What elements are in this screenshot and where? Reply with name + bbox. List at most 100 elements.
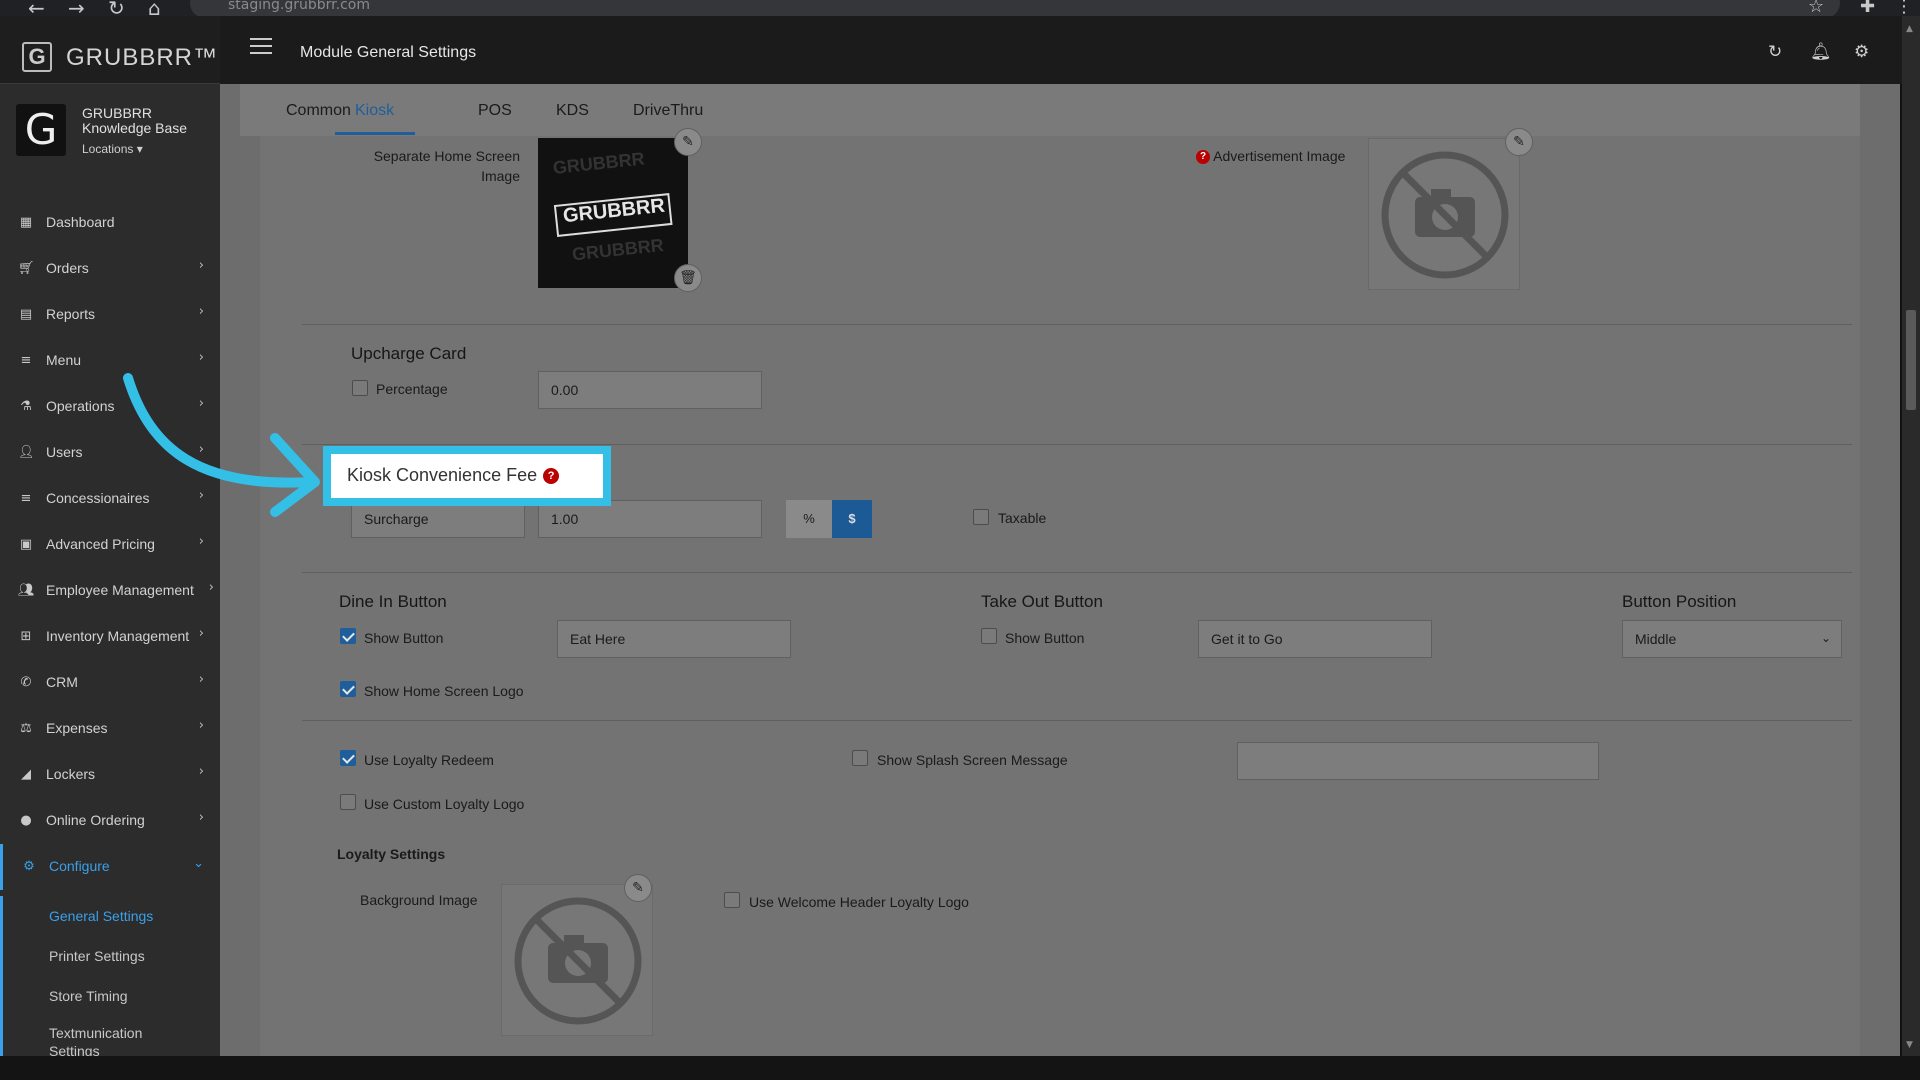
sidebar-item-lockers[interactable]: ◢ Lockers › bbox=[0, 752, 220, 798]
sidebar: G GRUBBRR™ G GRUBBRR Knowledge Base Loca… bbox=[0, 16, 220, 1059]
take-out-button-text-input[interactable]: Get it to Go bbox=[1198, 620, 1432, 658]
dollar-toggle-button[interactable]: $ bbox=[832, 500, 872, 538]
brand-name[interactable]: GRUBBRR™ bbox=[66, 44, 218, 72]
sidebar-item-dashboard[interactable]: ▦ Dashboard bbox=[0, 200, 220, 246]
tab-bar: Common Kiosk POS KDS DriveThru bbox=[240, 84, 1860, 136]
use-custom-loyalty-logo-checkbox[interactable] bbox=[340, 794, 356, 810]
dine-in-button-text-input[interactable]: Eat Here bbox=[557, 620, 791, 658]
extensions-icon[interactable]: ✚ bbox=[1860, 0, 1875, 17]
dine-in-show-button-checkbox[interactable] bbox=[340, 628, 356, 644]
sidebar-item-orders[interactable]: 🛒︎ Orders › bbox=[0, 246, 220, 292]
main-content: Common Kiosk POS KDS DriveThru Separate … bbox=[220, 84, 1900, 1056]
sidebar-item-label: Lockers bbox=[46, 766, 96, 782]
tab-common[interactable]: Common bbox=[286, 102, 351, 120]
sidebar-item-label: Online Ordering bbox=[46, 812, 145, 828]
sidebar-item-inventory-management[interactable]: ⊞ Inventory Management › bbox=[0, 614, 220, 660]
sitemap-icon: ⊞ bbox=[20, 629, 32, 644]
scroll-thumb[interactable] bbox=[1906, 310, 1916, 410]
background-image-placeholder[interactable] bbox=[501, 884, 653, 1036]
avatar: G bbox=[16, 104, 66, 156]
button-position-select[interactable]: Middle ⌄ bbox=[1622, 620, 1842, 658]
taxable-label: Taxable bbox=[998, 510, 1047, 526]
sidebar-item-label: Menu bbox=[46, 352, 82, 368]
show-splash-screen-checkbox[interactable] bbox=[852, 750, 868, 766]
background-image-label: Background Image bbox=[360, 892, 478, 908]
sidebar-item-label: Dashboard bbox=[46, 214, 115, 230]
sidebar-item-expenses[interactable]: ⚖ Expenses › bbox=[0, 706, 220, 752]
highlight-arrow bbox=[123, 373, 320, 517]
submenu-store-timing[interactable]: Store Timing bbox=[3, 976, 220, 1016]
edit-pencil-icon[interactable]: ✎ bbox=[674, 128, 702, 156]
sidebar-item-label: Reports bbox=[46, 306, 96, 322]
delete-trash-icon[interactable]: 🗑︎ bbox=[674, 264, 702, 292]
profile-name: GRUBBRR Knowledge Base bbox=[82, 105, 188, 136]
kiosk-settings-panel: Separate Home Screen Image GRUBBRR GRUBB… bbox=[260, 128, 1860, 1056]
edit-pencil-icon[interactable]: ✎ bbox=[624, 874, 652, 902]
use-loyalty-redeem-checkbox[interactable] bbox=[340, 750, 356, 766]
brand-logo-icon[interactable]: G bbox=[22, 42, 52, 72]
chevron-right-icon: › bbox=[198, 534, 204, 549]
chevron-right-icon: › bbox=[198, 718, 204, 733]
sidebar-item-reports[interactable]: ▤ Reports › bbox=[0, 292, 220, 338]
bell-icon[interactable]: 🔔︎ bbox=[1810, 42, 1832, 62]
chevron-right-icon: › bbox=[198, 810, 204, 825]
tab-kiosk[interactable]: Kiosk bbox=[355, 102, 394, 120]
url-text[interactable]: staging.grubbrr.com bbox=[228, 0, 370, 13]
show-home-screen-logo-checkbox[interactable] bbox=[340, 681, 356, 697]
taxable-checkbox[interactable] bbox=[973, 509, 989, 525]
sidebar-item-online-ordering[interactable]: ● Online Ordering › bbox=[0, 798, 220, 844]
gear-icon: ⚙ bbox=[23, 859, 35, 874]
edit-pencil-icon[interactable]: ✎ bbox=[1505, 128, 1533, 156]
percentage-checkbox[interactable] bbox=[352, 380, 368, 396]
tab-drivethru[interactable]: DriveThru bbox=[633, 102, 703, 120]
users-icon: 👥︎ bbox=[18, 583, 35, 598]
submenu-textmunication-settings[interactable]: Textmunication Settings bbox=[3, 1016, 173, 1059]
use-welcome-header-logo-checkbox[interactable] bbox=[724, 892, 740, 908]
tab-kds[interactable]: KDS bbox=[556, 102, 589, 120]
scroll-up-icon[interactable]: ▲ bbox=[1906, 24, 1913, 34]
refresh-icon[interactable]: ↻ bbox=[1768, 42, 1782, 62]
sidebar-item-employee-management[interactable]: 👥︎ Employee Management › bbox=[0, 568, 220, 614]
hamburger-icon[interactable] bbox=[250, 38, 272, 54]
separate-home-screen-label: Separate Home Screen Image bbox=[373, 148, 520, 184]
sidebar-item-advanced-pricing[interactable]: ▣ Advanced Pricing › bbox=[0, 522, 220, 568]
splash-screen-message-input[interactable] bbox=[1237, 742, 1599, 780]
show-home-screen-logo-label: Show Home Screen Logo bbox=[364, 683, 524, 699]
take-out-show-button-checkbox[interactable] bbox=[981, 628, 997, 644]
take-out-show-button-label: Show Button bbox=[1005, 630, 1085, 646]
sidebar-item-label: CRM bbox=[46, 674, 78, 690]
page-scrollbar[interactable]: ▲ ▼ bbox=[1902, 16, 1920, 1056]
chevron-right-icon: › bbox=[198, 350, 204, 365]
flask-icon: ⚗ bbox=[20, 399, 32, 414]
use-loyalty-redeem-label: Use Loyalty Redeem bbox=[364, 752, 494, 768]
upcharge-card-title: Upcharge Card bbox=[351, 344, 467, 363]
help-icon[interactable]: ? bbox=[543, 468, 560, 485]
active-tab-indicator bbox=[335, 132, 415, 135]
bookmark-star-icon[interactable]: ☆ bbox=[1808, 0, 1824, 17]
sidebar-item-label: Users bbox=[46, 444, 83, 460]
home-screen-image[interactable]: GRUBBRR GRUBBRR GRUBBRR bbox=[538, 138, 688, 288]
chevron-right-icon: › bbox=[198, 258, 204, 273]
help-icon[interactable]: ? bbox=[1196, 150, 1210, 165]
sidebar-item-crm[interactable]: ✆ CRM › bbox=[0, 660, 220, 706]
list-icon: ≡ bbox=[20, 491, 32, 506]
advertisement-label-text: Advertisement Image bbox=[1213, 148, 1346, 164]
browser-menu-icon[interactable]: ⋮ bbox=[1895, 0, 1913, 17]
chevron-down-icon: ⌄ bbox=[193, 856, 204, 871]
scroll-down-icon[interactable]: ▼ bbox=[1906, 1040, 1913, 1050]
advertisement-image-placeholder[interactable] bbox=[1368, 138, 1520, 290]
locations-dropdown[interactable]: Locations ▾ bbox=[82, 142, 143, 156]
cart-icon: 🛒︎ bbox=[18, 261, 35, 276]
submenu-printer-settings[interactable]: Printer Settings bbox=[3, 936, 220, 976]
report-icon: ▤ bbox=[19, 307, 33, 322]
tab-pos[interactable]: POS bbox=[478, 102, 512, 120]
submenu-general-settings[interactable]: General Settings bbox=[3, 896, 220, 936]
button-position-title: Button Position bbox=[1622, 592, 1737, 611]
percentage-label: Percentage bbox=[376, 381, 448, 397]
upcharge-value-input[interactable]: 0.00 bbox=[538, 371, 762, 409]
kiosk-convenience-fee-title: Kiosk Convenience Fee? bbox=[347, 465, 560, 486]
settings-gear-icon[interactable]: ⚙ bbox=[1854, 42, 1869, 62]
sidebar-item-configure[interactable]: ⚙ Configure ⌄ bbox=[0, 844, 220, 890]
show-splash-screen-label: Show Splash Screen Message bbox=[877, 752, 1068, 768]
percent-toggle-button[interactable]: % bbox=[786, 500, 832, 538]
